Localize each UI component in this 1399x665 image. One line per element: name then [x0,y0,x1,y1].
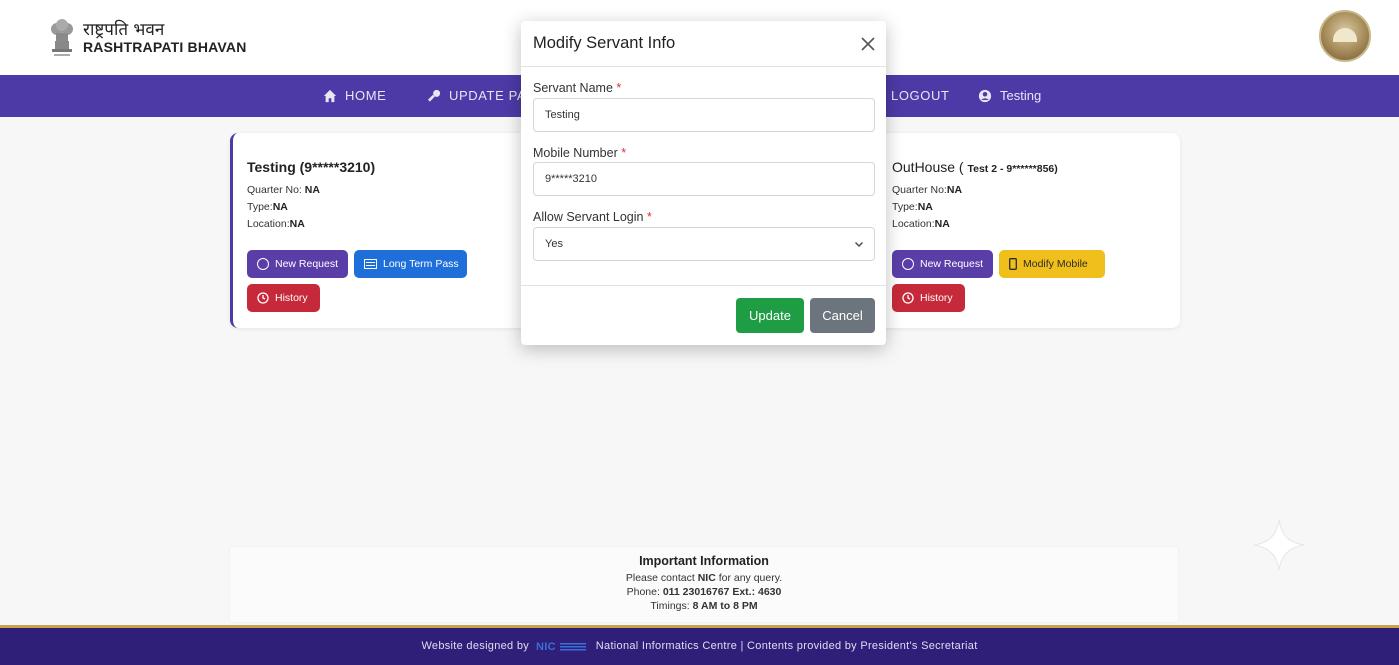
mobile-number-label: Mobile Number * [533,146,627,160]
close-icon[interactable] [859,35,877,53]
info-title: Important Information [639,554,769,568]
servant-name-outhouse: OutHouse ( Test 2 - 9******856) [892,159,1058,175]
new-request-label: New Request [275,258,339,270]
quarter-no: Quarter No: NA [247,184,320,196]
location: Location:NA [247,218,305,230]
new-request-button[interactable]: New Request [892,250,993,278]
plus-circle-icon [257,258,269,270]
type: Type:NA [247,201,288,213]
allow-login-label: Allow Servant Login * [533,210,652,224]
user-circle-icon [978,89,992,103]
allow-login-value: Yes [545,238,563,250]
nav-user-label: Testing [1000,88,1042,103]
quarter-no: Quarter No:NA [892,184,963,196]
important-information: Important Information Please contact NIC… [230,547,1178,622]
nav-home-label: HOME [345,88,387,103]
chevron-down-icon [855,242,863,247]
history-label: History [920,292,953,304]
servant-name: Testing (9*****3210) [247,159,376,175]
allow-login-select[interactable]: Yes [533,227,875,261]
plus-circle-icon [902,258,914,270]
history-label: History [275,292,308,304]
sparkle-icon [1254,520,1304,570]
cancel-button[interactable]: Cancel [810,298,875,333]
new-request-button[interactable]: New Request [247,250,348,278]
info-phone: Phone: 011 23016767 Ext.: 4630 [626,586,782,598]
history-button[interactable]: History [892,284,965,312]
modify-mobile-button[interactable]: Modify Mobile [999,250,1105,278]
site-footer: Website designed by NIC National Informa… [0,625,1399,665]
footer-text: Website designed by NIC National Informa… [421,640,978,653]
modal-footer: Update Cancel [521,285,886,345]
history-button[interactable]: History [247,284,320,312]
servant-name-input[interactable]: Testing [533,98,875,132]
mobile-icon [1009,258,1017,270]
info-contact: Please contact NIC for any query. [625,572,783,584]
info-timings: Timings: 8 AM to 8 PM [650,600,758,612]
modify-servant-modal: Modify Servant Info Servant Name * Testi… [521,21,886,345]
type: Type:NA [892,201,933,213]
update-button[interactable]: Update [736,298,804,333]
nav-home[interactable]: HOME [323,75,386,117]
nav-logout-label: LOGOUT [891,88,950,103]
modify-mobile-label: Modify Mobile [1023,258,1088,270]
nic-logo-icon: NIC [536,641,587,652]
nav-logout[interactable]: LOGOUT [891,75,950,117]
new-request-label: New Request [920,258,984,270]
modal-header: Modify Servant Info [521,21,886,67]
mobile-number-input[interactable]: 9*****3210 [533,162,875,196]
modal-title: Modify Servant Info [533,34,676,52]
brand-english: RASHTRAPATI BHAVAN [83,39,247,55]
long-term-pass-label: Long Term Pass [383,258,459,270]
svg-text:NIC: NIC [536,641,556,652]
long-term-pass-button[interactable]: Long Term Pass [354,250,467,278]
emblem-icon [51,19,73,56]
history-icon [902,292,914,304]
home-icon [323,89,337,103]
rashtrapati-bhavan-logo [1319,10,1371,62]
nav-user[interactable]: Testing [978,75,1041,117]
key-icon [427,89,441,102]
history-icon [257,292,269,304]
brand-hindi: राष्ट्रपति भवन [83,20,165,40]
servant-name-label: Servant Name * [533,81,622,95]
location: Location:NA [892,218,950,230]
id-card-icon [364,259,377,269]
